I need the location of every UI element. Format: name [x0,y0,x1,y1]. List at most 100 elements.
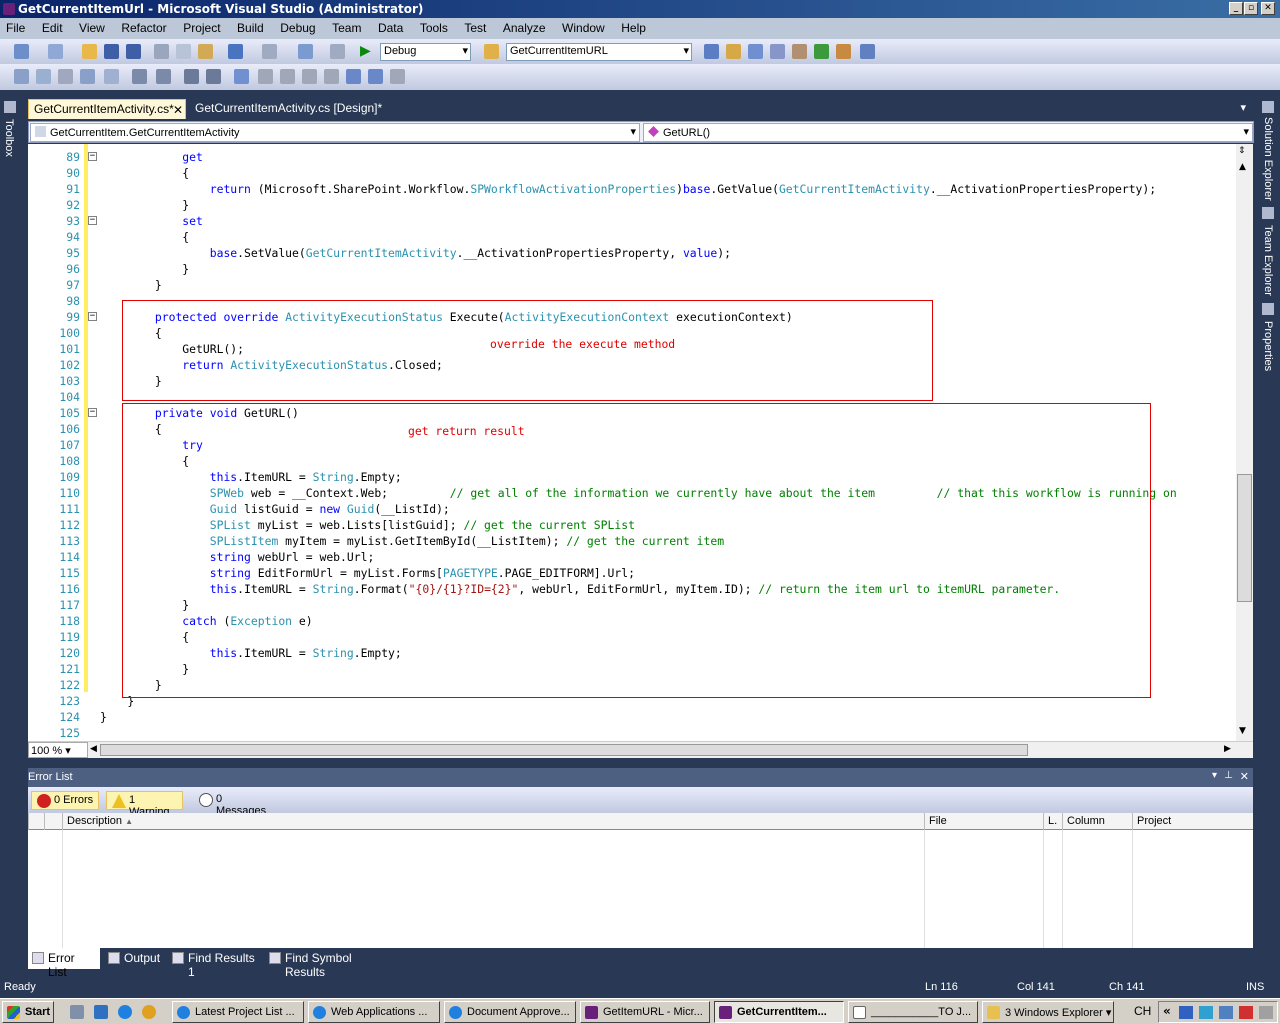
new-project-icon[interactable] [14,44,29,59]
code-line[interactable]: } [100,709,107,725]
code-line[interactable]: } [100,197,189,213]
solution-explorer-tab[interactable]: Solution Explorer [1262,117,1274,201]
increase-indent-icon[interactable] [156,69,171,84]
toolbox-tab[interactable]: Toolbox [3,119,15,157]
taskbar-item[interactable]: ___________TO J... [848,1001,978,1023]
undo-icon[interactable] [228,44,243,59]
menu-view[interactable]: View [79,21,105,35]
scroll-down-icon[interactable]: ▼ [1239,726,1246,736]
menu-file[interactable]: File [6,21,25,35]
properties-tab[interactable]: Properties [1262,321,1274,371]
collapse-region-icon[interactable]: − [88,312,97,321]
active-files-dropdown-icon[interactable]: ▾ [1240,101,1246,114]
code-line[interactable]: { [100,165,189,181]
previous-bookmark-in-folder-icon[interactable] [302,69,317,84]
column-description[interactable]: Description ▲ [62,813,924,830]
command-window-icon[interactable] [860,44,875,59]
column-category[interactable] [28,813,44,830]
menu-help[interactable]: Help [621,21,646,35]
paste-icon[interactable] [198,44,213,59]
horizontal-scroll-thumb[interactable] [100,744,1028,756]
next-bookmark-in-document-icon[interactable] [368,69,383,84]
toggle-completion-icon[interactable] [104,69,119,84]
code-line[interactable]: } [100,277,162,293]
quick-info-icon[interactable] [58,69,73,84]
scroll-left-icon[interactable]: ◀ [90,744,97,754]
menu-data[interactable]: Data [378,21,403,35]
solution-explorer-icon[interactable] [726,44,741,59]
column-project[interactable]: Project [1132,813,1253,830]
redo-icon[interactable] [262,44,277,59]
toolbox-icon[interactable] [792,44,807,59]
security-icon[interactable] [1239,1006,1253,1019]
find-icon[interactable] [704,44,719,59]
properties-window-icon[interactable] [748,44,763,59]
minimize-button[interactable]: _ [1229,2,1243,15]
start-page-icon[interactable] [814,44,829,59]
error-list-table[interactable]: Description ▲ File L. Column Project [28,813,1253,948]
tab-error-list[interactable]: Error List [28,948,100,979]
editor-vertical-scrollbar[interactable]: ⇕ ▲ ▼ [1236,144,1253,741]
object-browser-icon[interactable] [770,44,785,59]
uncomment-lines-icon[interactable] [206,69,221,84]
column-file[interactable]: File [924,813,1043,830]
close-tab-icon[interactable]: ✕ [173,103,183,117]
copy-icon[interactable] [176,44,191,59]
zoom-combo[interactable]: 100 % ▾ [28,742,88,758]
collapse-region-icon[interactable]: − [88,216,97,225]
previous-bookmark-in-document-icon[interactable] [346,69,361,84]
navigate-forward-icon[interactable] [330,44,345,59]
team-explorer-tab[interactable]: Team Explorer [1262,225,1274,296]
toolbox-strip[interactable]: Toolbox [0,97,20,167]
auto-hide-pin-icon[interactable]: ⊥ [1224,770,1233,781]
menu-project[interactable]: Project [183,21,220,35]
toggle-bookmark-icon[interactable] [234,69,249,84]
show-desktop-icon[interactable] [70,1005,84,1019]
menu-window[interactable]: Window [562,21,605,35]
clear-bookmarks-icon[interactable] [390,69,405,84]
start-button[interactable]: Start [2,1001,54,1023]
code-line[interactable]: } [100,261,189,277]
network-icon[interactable] [1219,1006,1233,1019]
taskbar-item-active[interactable]: GetCurrentItem... [714,1001,844,1023]
class-view-icon[interactable] [836,44,851,59]
code-line[interactable]: { [100,229,189,245]
tab-output[interactable]: Output [104,948,166,969]
taskbar-item[interactable]: Latest Project List ... [172,1001,304,1023]
decrease-indent-icon[interactable] [132,69,147,84]
tab-getcurrentitemactivity-cs[interactable]: GetCurrentItemActivity.cs* ✕ [28,99,186,119]
scroll-right-icon[interactable]: ▶ [1224,744,1231,754]
next-bookmark-icon[interactable] [280,69,295,84]
next-bookmark-in-folder-icon[interactable] [324,69,339,84]
errors-filter-button[interactable]: 0 Errors [31,791,99,810]
code-editor[interactable]: 89 90 91 92 93 94 95 96 97 98 99 100 101 102 103 104 105… [28,144,1236,741]
menu-refactor[interactable]: Refactor [121,21,166,35]
vertical-scroll-thumb[interactable] [1237,474,1252,602]
menu-test[interactable]: Test [464,21,486,35]
parameter-info-icon[interactable] [36,69,51,84]
menu-team[interactable]: Team [332,21,361,35]
solution-configuration-combo[interactable]: Debug [380,43,471,61]
scroll-up-icon[interactable]: ▲ [1239,162,1246,172]
tab-getcurrentitemactivity-design[interactable]: GetCurrentItemActivity.cs [Design]* [190,99,387,119]
tab-find-results-1[interactable]: Find Results 1 [168,948,264,979]
find-in-files-icon[interactable] [484,44,499,59]
quick-launch-icon[interactable] [94,1005,108,1019]
cut-icon[interactable] [154,44,169,59]
tray-icon[interactable] [1199,1006,1213,1019]
volume-icon[interactable] [1259,1006,1273,1019]
column-line[interactable]: L. [1043,813,1062,830]
messages-filter-button[interactable]: 0 Messages [194,791,278,817]
comment-lines-icon[interactable] [184,69,199,84]
taskbar-item[interactable]: Web Applications ... [308,1001,440,1023]
tab-find-symbol-results[interactable]: Find Symbol Results [265,948,395,979]
taskbar-item[interactable]: Document Approve... [444,1001,576,1023]
menu-tools[interactable]: Tools [420,21,448,35]
taskbar-item[interactable]: GetItemURL - Micr... [580,1001,710,1023]
start-debugging-icon[interactable]: ▶ [360,44,375,59]
window-position-icon[interactable]: ▾ [1212,770,1217,781]
save-all-icon[interactable] [126,44,141,59]
taskbar-group-explorer[interactable]: 3 Windows Explorer ▾ [982,1001,1114,1023]
class-combo[interactable]: GetCurrentItem.GetCurrentItemActivity [30,123,640,142]
code-line[interactable]: set [100,213,203,229]
